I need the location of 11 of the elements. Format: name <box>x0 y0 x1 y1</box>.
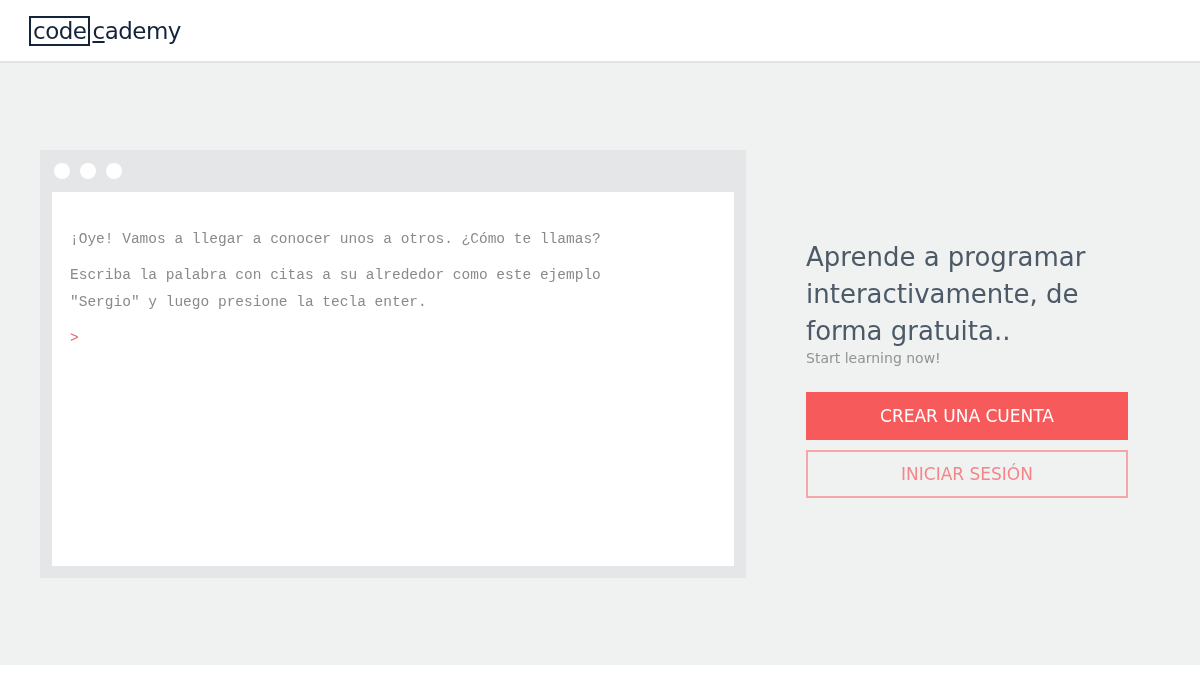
console-text: ¡Oye! Vamos a llegar a conocer unos a otros. ¿Cómo te llamas? <box>70 230 602 249</box>
prompt-symbol[interactable]: > <box>70 325 716 352</box>
logo[interactable]: code cademy <box>29 15 181 46</box>
hero-subtitle: Start learning now! <box>806 349 942 366</box>
window-dot-icon <box>54 163 70 179</box>
console-text: Escriba la palabra con citas a su alrededor como este ejemplo "Sergio" y luego presione la tecla enter. <box>70 266 602 312</box>
window-dot-icon <box>106 163 122 179</box>
window-dot-icon <box>80 163 96 179</box>
signup-button[interactable]: CREAR UNA CUENTA <box>806 391 1128 440</box>
login-button[interactable]: INICIAR SESIÓN <box>806 449 1128 498</box>
hero-heading: Aprende a programar interactivamente, de forma gratuita.. <box>806 240 1087 348</box>
